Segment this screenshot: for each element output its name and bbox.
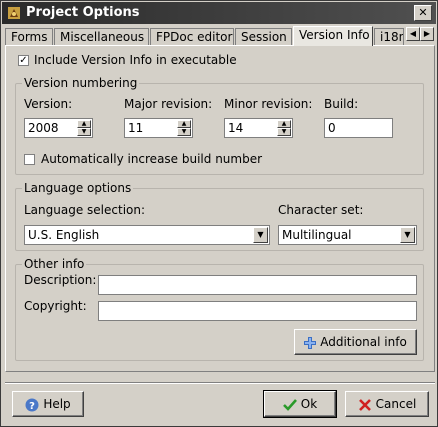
spin-down-icon[interactable]: ▼	[77, 128, 91, 136]
plus-icon	[304, 336, 317, 349]
version-numbering-group: Version numbering Version: 2008 ▲ ▼ Major…	[15, 76, 424, 175]
app-icon	[8, 7, 20, 19]
spin-down-icon[interactable]: ▼	[277, 128, 291, 136]
copyright-input[interactable]	[98, 301, 417, 321]
window-title: Project Options	[26, 5, 140, 20]
tab-session[interactable]: Session	[235, 28, 292, 45]
character-set-value: Multilingual	[282, 228, 352, 242]
language-options-legend: Language options	[22, 181, 134, 195]
version-spinedit[interactable]: 2008 ▲ ▼	[24, 118, 93, 138]
auto-increment-label: Automatically increase build number	[41, 152, 263, 166]
tab-strip: Forms Miscellaneous FPDoc editor Session…	[5, 26, 435, 46]
other-info-group: Other info Description: Copyright: Addit…	[15, 257, 424, 361]
include-version-info-checkbox[interactable]: ✓	[18, 55, 29, 66]
major-revision-spinedit[interactable]: 11 ▲ ▼	[124, 118, 193, 138]
description-label: Description:	[24, 273, 97, 287]
build-label: Build:	[324, 97, 359, 111]
cross-icon	[358, 398, 371, 411]
tab-version-info[interactable]: Version Info	[293, 26, 373, 46]
footer-separator	[5, 382, 435, 384]
minor-revision-value: 14	[228, 121, 244, 135]
tab-i18n[interactable]: i18n	[374, 28, 404, 45]
language-selection-combobox[interactable]: U.S. English ▼	[24, 225, 270, 245]
ok-button[interactable]: Ok	[263, 390, 337, 418]
project-options-window: Project Options ✕ Forms Miscellaneous FP…	[0, 0, 438, 427]
check-icon: ✓	[19, 55, 28, 66]
version-info-page: ✓ Include Version Info in executable Ver…	[5, 45, 435, 372]
tab-forms[interactable]: Forms	[5, 28, 53, 45]
spin-down-icon[interactable]: ▼	[177, 128, 191, 136]
character-set-combobox[interactable]: Multilingual ▼	[278, 225, 417, 245]
tab-miscellaneous[interactable]: Miscellaneous	[54, 28, 149, 45]
other-info-legend: Other info	[22, 257, 87, 271]
help-label: Help	[43, 397, 71, 411]
ok-label: Ok	[300, 397, 318, 411]
svg-text:?: ?	[29, 401, 35, 412]
close-icon: ✕	[418, 6, 428, 19]
version-label: Version:	[24, 97, 73, 111]
copyright-label: Copyright:	[24, 299, 87, 313]
language-selection-label: Language selection:	[24, 203, 146, 217]
language-options-group: Language options Language selection: U.S…	[15, 181, 424, 251]
build-input[interactable]: 0	[324, 118, 393, 138]
spin-up-icon[interactable]: ▲	[277, 120, 291, 128]
title-bar[interactable]: Project Options ✕	[2, 2, 436, 24]
major-revision-value: 11	[128, 121, 144, 135]
spin-up-icon[interactable]: ▲	[177, 120, 191, 128]
language-selection-value: U.S. English	[28, 228, 100, 242]
auto-increment-checkbox[interactable]	[24, 154, 35, 165]
character-set-label: Character set:	[278, 203, 364, 217]
arrow-left-icon: ◀	[409, 29, 417, 38]
chevron-down-icon[interactable]: ▼	[253, 227, 268, 243]
close-button[interactable]: ✕	[414, 5, 432, 21]
tab-fpdoc-editor[interactable]: FPDoc editor	[150, 28, 234, 45]
tab-scroll-left-button[interactable]: ◀	[406, 27, 420, 41]
help-button[interactable]: ? Help	[12, 391, 84, 417]
cancel-button[interactable]: Cancel	[345, 391, 429, 417]
help-icon: ?	[25, 398, 39, 412]
version-value: 2008	[28, 121, 59, 135]
tab-scroll-right-button[interactable]: ▶	[420, 27, 434, 41]
include-version-info-label: Include Version Info in executable	[34, 53, 237, 67]
additional-info-label: Additional info	[320, 335, 407, 349]
spin-up-icon[interactable]: ▲	[77, 120, 91, 128]
minor-revision-spinedit[interactable]: 14 ▲ ▼	[224, 118, 293, 138]
cancel-label: Cancel	[375, 397, 417, 411]
version-numbering-legend: Version numbering	[22, 76, 140, 90]
chevron-down-icon[interactable]: ▼	[400, 227, 415, 243]
description-input[interactable]	[98, 275, 417, 295]
checkmark-icon	[282, 398, 297, 411]
arrow-right-icon: ▶	[423, 29, 431, 38]
additional-info-button[interactable]: Additional info	[294, 329, 417, 355]
major-revision-label: Major revision:	[124, 97, 213, 111]
minor-revision-label: Minor revision:	[224, 97, 313, 111]
